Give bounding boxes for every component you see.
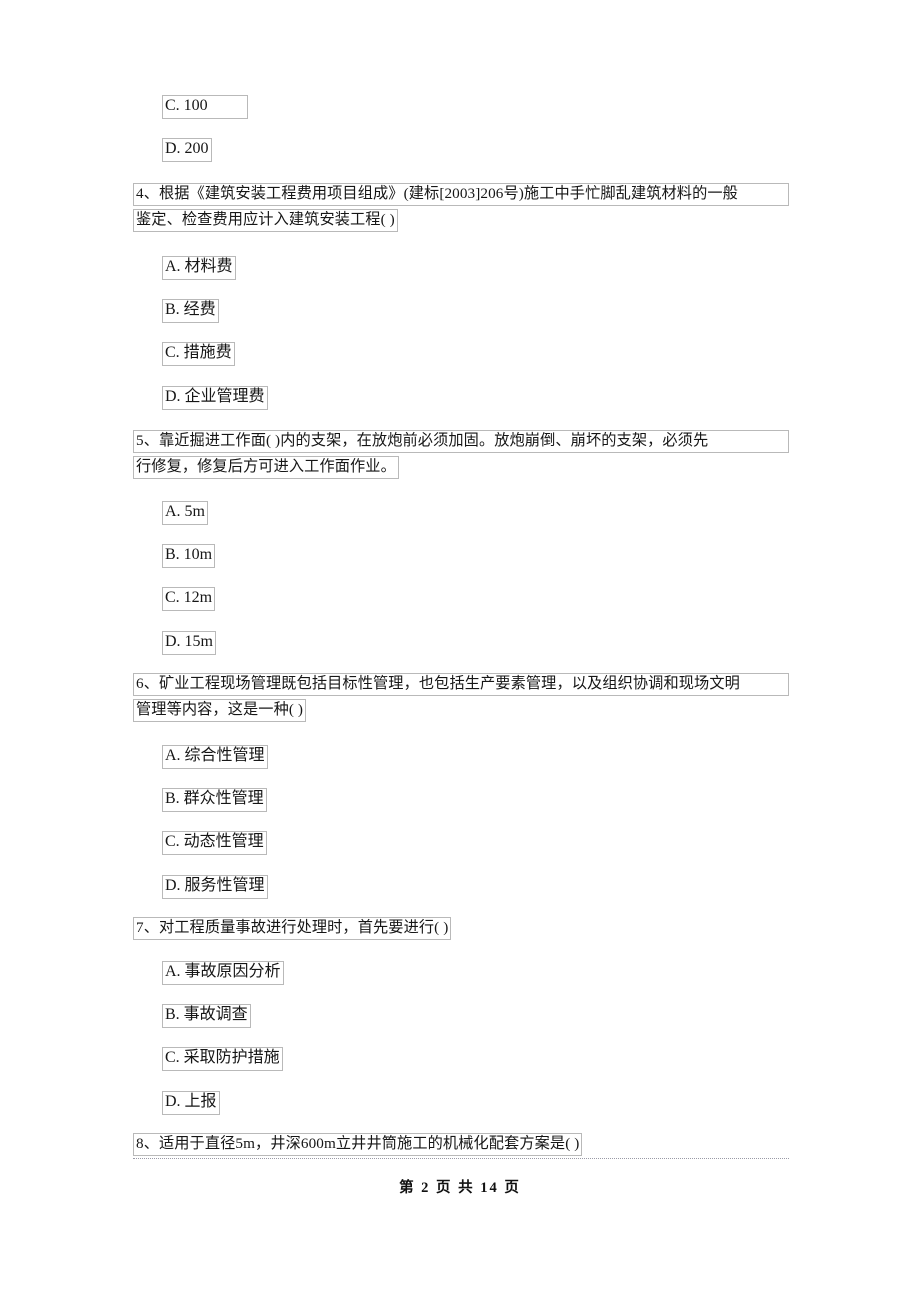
option-6-c-text: C. 动态性管理 (162, 831, 267, 855)
option-d-200-text: D. 200 (162, 138, 212, 162)
option-5-b: B. 10m (162, 544, 216, 568)
option-5-a-text: A. 5m (162, 501, 208, 525)
question-4-line-1: 4、根据《建筑安装工程费用项目组成》(建标[2003]206号)施工中手忙脚乱建… (133, 183, 789, 206)
option-4-a: A. 材料费 (162, 256, 236, 280)
page-number-text: 第 2 页 共 14 页 (399, 1180, 521, 1196)
option-7-c-text: C. 采取防护措施 (162, 1047, 283, 1071)
option-5-d-text: D. 15m (162, 631, 216, 655)
option-7-b-text: B. 事故调查 (162, 1004, 251, 1028)
option-7-a-text: A. 事故原因分析 (162, 961, 284, 985)
question-8: 8、适用于直径5m，井深600m立井井筒施工的机械化配套方案是( ) (133, 1133, 583, 1160)
option-6-b: B. 群众性管理 (162, 788, 267, 812)
question-5: 5、靠近掘进工作面( )内的支架，在放炮前必须加固。放炮崩倒、崩坏的支架，必须先… (133, 430, 789, 483)
option-5-a: A. 5m (162, 501, 208, 525)
option-c-100-text: C. 100 (162, 95, 248, 119)
question-6-line-2: 管理等内容，这是一种( ) (133, 698, 789, 722)
option-5-c-text: C. 12m (162, 587, 216, 611)
question-5-line-1: 5、靠近掘进工作面( )内的支架，在放炮前必须加固。放炮崩倒、崩坏的支架，必须先 (133, 430, 789, 453)
option-4-c: C. 措施费 (162, 342, 235, 366)
option-7-d-text: D. 上报 (162, 1091, 220, 1115)
option-4-d-text: D. 企业管理费 (162, 386, 268, 410)
question-8-line-1-text: 8、适用于直径5m，井深600m立井井筒施工的机械化配套方案是( ) (133, 1133, 583, 1156)
page-footer: 第 2 页 共 14 页 (0, 1176, 920, 1197)
question-5-line-2: 行修复，修复后方可进入工作面作业。 (133, 455, 789, 479)
option-7-a: A. 事故原因分析 (162, 961, 284, 985)
option-7-b: B. 事故调查 (162, 1004, 251, 1028)
question-5-line-2-text: 行修复，修复后方可进入工作面作业。 (133, 455, 399, 479)
question-4-line-2-text: 鉴定、检查费用应计入建筑安装工程( ) (133, 208, 398, 232)
question-6-line-1: 6、矿业工程现场管理既包括目标性管理，也包括生产要素管理，以及组织协调和现场文明 (133, 673, 789, 696)
option-6-a-text: A. 综合性管理 (162, 745, 268, 769)
option-6-d: D. 服务性管理 (162, 875, 268, 899)
question-5-line-1-text: 5、靠近掘进工作面( )内的支架，在放炮前必须加固。放炮崩倒、崩坏的支架，必须先 (133, 430, 789, 453)
option-4-b-text: B. 经费 (162, 299, 219, 323)
footer-divider (133, 1158, 789, 1159)
option-4-d: D. 企业管理费 (162, 386, 268, 410)
document-page: C. 100 D. 200 4、根据《建筑安装工程费用项目组成》(建标[2003… (0, 0, 920, 1302)
option-4-b: B. 经费 (162, 299, 219, 323)
option-4-c-text: C. 措施费 (162, 342, 235, 366)
option-5-d: D. 15m (162, 631, 216, 655)
question-6-line-1-text: 6、矿业工程现场管理既包括目标性管理，也包括生产要素管理，以及组织协调和现场文明 (133, 673, 789, 696)
option-7-d: D. 上报 (162, 1091, 220, 1115)
option-5-c: C. 12m (162, 587, 216, 611)
option-5-b-text: B. 10m (162, 544, 216, 568)
question-4-line-1-text: 4、根据《建筑安装工程费用项目组成》(建标[2003]206号)施工中手忙脚乱建… (133, 183, 789, 206)
question-8-line-1: 8、适用于直径5m，井深600m立井井筒施工的机械化配套方案是( ) (133, 1133, 583, 1156)
question-6: 6、矿业工程现场管理既包括目标性管理，也包括生产要素管理，以及组织协调和现场文明… (133, 673, 789, 726)
question-7-line-1-text: 7、对工程质量事故进行处理时，首先要进行( ) (133, 917, 452, 940)
option-c-100: C. 100 (162, 95, 248, 119)
question-7: 7、对工程质量事故进行处理时，首先要进行( ) (133, 917, 452, 944)
option-6-d-text: D. 服务性管理 (162, 875, 268, 899)
question-4-line-2: 鉴定、检查费用应计入建筑安装工程( ) (133, 208, 789, 232)
option-6-a: A. 综合性管理 (162, 745, 268, 769)
option-6-c: C. 动态性管理 (162, 831, 267, 855)
option-d-200: D. 200 (162, 138, 212, 162)
question-4: 4、根据《建筑安装工程费用项目组成》(建标[2003]206号)施工中手忙脚乱建… (133, 183, 789, 236)
option-4-a-text: A. 材料费 (162, 256, 236, 280)
question-6-line-2-text: 管理等内容，这是一种( ) (133, 698, 307, 722)
question-7-line-1: 7、对工程质量事故进行处理时，首先要进行( ) (133, 917, 452, 940)
option-7-c: C. 采取防护措施 (162, 1047, 283, 1071)
option-6-b-text: B. 群众性管理 (162, 788, 267, 812)
